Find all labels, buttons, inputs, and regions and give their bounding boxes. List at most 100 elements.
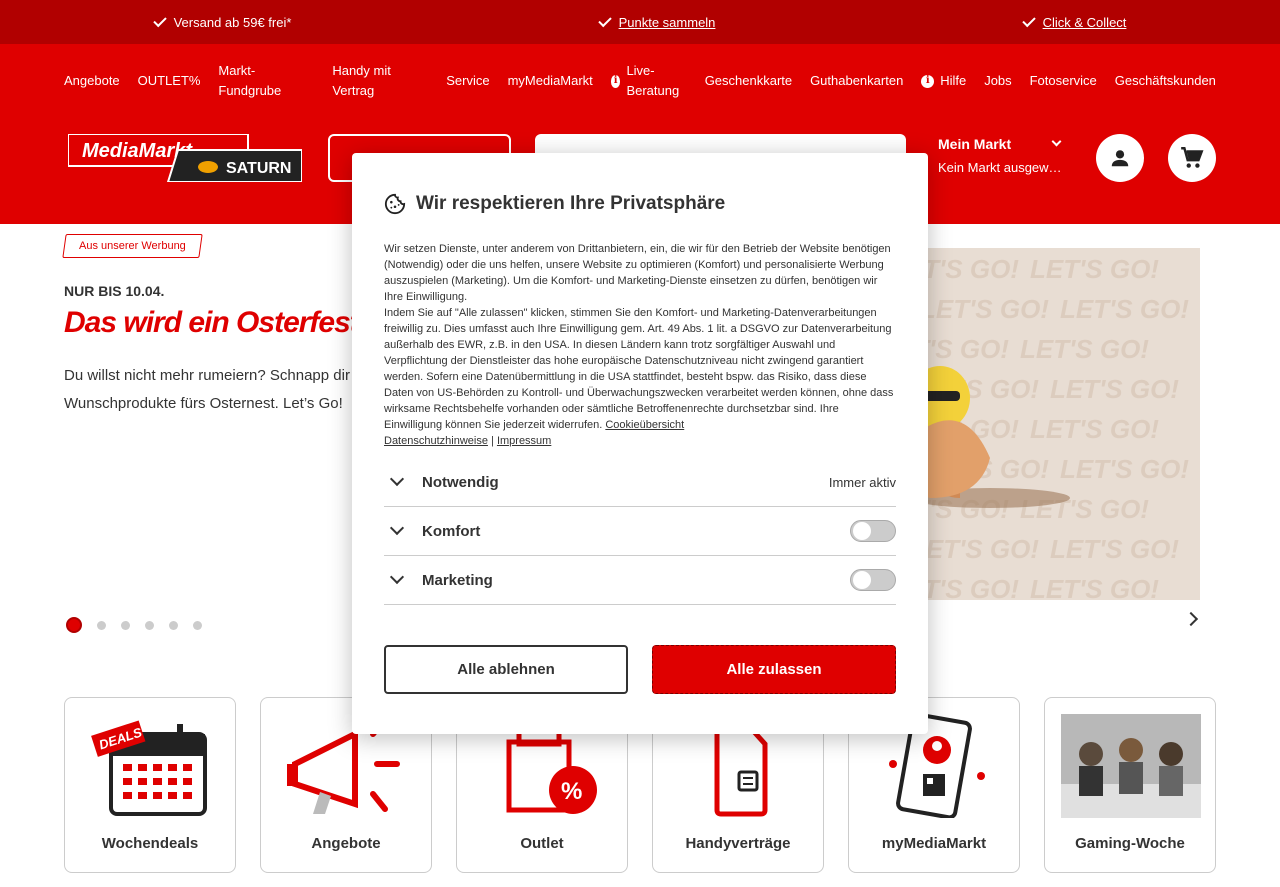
category-name: Marketing [422,571,493,589]
marketing-toggle[interactable] [850,569,896,591]
main-nav: Angebote OUTLET% Markt-Fundgrube Handy m… [64,62,1216,100]
my-market-selector[interactable]: Mein Markt Kein Markt ausgew… [938,136,1068,175]
nav-item-hilfe[interactable]: i Hilfe [921,71,966,91]
imprint-link[interactable]: Impressum [497,435,551,447]
category-name: Notwendig [422,473,499,491]
cookie-icon [384,193,406,215]
svg-text:LET'S GO!: LET'S GO! [1050,534,1179,564]
category-name: Komfort [422,522,481,540]
consent-title: Wir respektieren Ihre Privatsphäre [416,193,726,214]
nav-label: Live-Beratung [626,63,680,98]
pagination-dot[interactable] [121,620,130,630]
tile-label: Outlet [520,835,564,852]
chevron-right-icon[interactable] [1183,611,1199,627]
svg-text:%: % [561,778,582,805]
mediamarkt-saturn-logo[interactable]: MediaMarkt SATURN [68,134,302,182]
svg-text:LET'S GO!: LET'S GO! [1060,294,1189,324]
easter-chick-image: LET'S GO! LET'S GO! LET'S GO! LET'S GO! LE… [900,248,1200,600]
hero-text: Du willst nicht mehr rumeiern? Schnapp d… [64,367,350,412]
komfort-toggle[interactable] [850,520,896,542]
pagination-dot[interactable] [193,620,202,630]
chevron-down-icon[interactable] [389,569,405,585]
usp-link-click-collect[interactable]: Click & Collect [1043,15,1127,30]
cookie-overview-link[interactable]: Cookieübersicht [605,419,684,431]
nav-item-outlet[interactable]: OUTLET% [138,71,201,91]
info-icon: i [921,74,935,88]
cart-icon [1181,147,1204,168]
nav-item-fotoservice[interactable]: Fotoservice [1030,71,1097,91]
consent-category-notwendig[interactable]: Notwendig Immer aktiv [384,458,896,507]
nav-item-live-beratung[interactable]: i Live-Beratung [610,61,687,101]
chevron-down-icon[interactable] [389,471,405,487]
nav-label: Hilfe [940,73,967,88]
tile-label: Angebote [311,835,381,852]
market-subtitle: Kein Markt ausgew… [938,160,1062,175]
link-separator: | [491,435,494,447]
nav-item-mymediamarkt[interactable]: myMediaMarkt [508,71,593,91]
tile-label: myMediaMarkt [881,835,987,852]
account-button[interactable] [1096,134,1144,182]
hero-image[interactable]: LET'S GO! LET'S GO! LET'S GO! LET'S GO! LE… [900,248,1200,600]
check-icon [1021,13,1036,27]
nav-item-service[interactable]: Service [446,71,489,91]
hero-date: NUR BIS 10.04. [64,283,165,299]
pagination-dot[interactable] [145,620,154,630]
svg-text:LET'S GO!: LET'S GO! [910,534,1039,564]
market-title: Mein Markt [938,136,1012,152]
nav-item-geschenkkarte[interactable]: Geschenkkarte [705,71,792,91]
consent-links: Datenschutzhinweise | Impressum [384,433,896,449]
pagination-dot[interactable] [97,620,106,630]
svg-text:LET'S GO!: LET'S GO! [1020,334,1149,364]
info-icon: i [610,74,621,88]
cart-button[interactable] [1168,134,1216,182]
check-icon [152,13,167,27]
usp-shipping: Versand ab 59€ frei* [152,13,292,30]
gaming-people-image [1061,714,1201,818]
tile-wochendeals[interactable]: DEALS Wochendeals [64,697,236,873]
usp-label: Versand ab 59€ frei* [173,14,292,30]
consent-paragraph-2-text: Indem Sie auf "Alle zulassen" klicken, s… [384,307,894,431]
svg-text:LET'S GO!: LET'S GO! [920,294,1049,324]
nav-item-jobs[interactable]: Jobs [984,71,1011,91]
tile-label: Gaming-Woche [1075,835,1185,852]
nav-item-guthabenkarten[interactable]: Guthabenkarten [810,71,903,91]
svg-text:LET'S GO!: LET'S GO! [1030,254,1159,284]
check-icon [597,13,612,27]
usp-points[interactable]: Punkte sammeln [597,13,716,30]
pagination-dot-active[interactable] [66,617,82,633]
usp-click-collect[interactable]: Click & Collect [1021,13,1127,30]
consent-paragraph-1: Wir setzen Dienste, unter anderem von Dr… [384,243,891,303]
cookie-consent-dialog: Wir respektieren Ihre Privatsphäre Wir s… [352,153,928,734]
svg-text:LET'S GO!: LET'S GO! [1060,454,1189,484]
hero-title[interactable]: Das wird ein Osterfest! [64,306,369,340]
chevron-down-icon [1051,136,1062,147]
logo-text-saturn: SATURN [226,160,291,177]
nav-item-handy-vertrag[interactable]: Handy mit Vertrag [332,61,428,101]
chevron-down-icon[interactable] [389,520,405,536]
ad-tag-label: Aus unserer Werbung [79,240,186,252]
tile-label: Wochendeals [101,835,199,852]
nav-item-markt-fundgrube[interactable]: Markt-Fundgrube [218,61,314,101]
calendar-deals-icon: DEALS [91,720,207,816]
tile-gaming-woche[interactable]: Gaming-Woche [1044,697,1216,873]
pagination-dot[interactable] [169,620,178,630]
tile-label: Handyverträge [685,835,791,852]
svg-text:LET'S GO!: LET'S GO! [1050,374,1179,404]
nav-item-geschaeftskunden[interactable]: Geschäftskunden [1115,71,1216,91]
svg-text:LET'S GO!: LET'S GO! [1030,414,1159,444]
category-status: Immer aktiv [828,474,896,490]
reject-all-button[interactable]: Alle ablehnen [384,645,628,694]
ad-tag: Aus unserer Werbung [62,234,203,258]
usp-bar: Versand ab 59€ frei* Punkte sammeln Clic… [0,0,1280,44]
usp-link-points[interactable]: Punkte sammeln [619,15,716,30]
accept-all-button[interactable]: Alle zulassen [652,645,896,694]
consent-text: Wir setzen Dienste, unter anderem von Dr… [384,241,896,449]
svg-text:LET'S GO!: LET'S GO! [1030,574,1159,600]
consent-category-marketing[interactable]: Marketing [384,556,896,605]
user-icon [1111,150,1129,167]
consent-paragraph-2: Indem Sie auf "Alle zulassen" klicken, s… [384,305,896,433]
nav-item-angebote[interactable]: Angebote [64,71,120,91]
privacy-link[interactable]: Datenschutzhinweise [384,435,488,447]
consent-category-komfort[interactable]: Komfort [384,507,896,556]
hero-pagination [66,617,202,633]
